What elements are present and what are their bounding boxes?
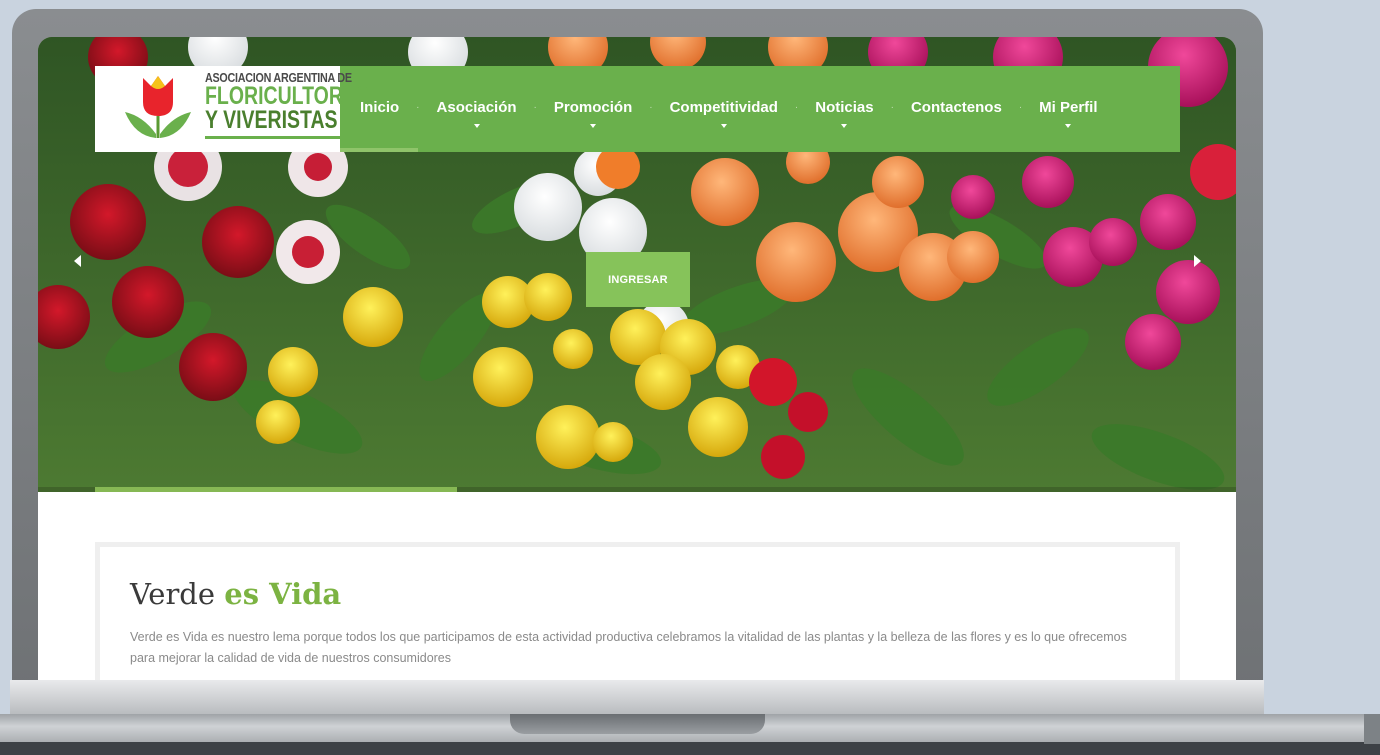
ingresar-button[interactable]: INGRESAR bbox=[586, 252, 690, 307]
nav-separator: · bbox=[890, 102, 894, 113]
nav-item-mi-perfil[interactable]: Mi Perfil bbox=[1039, 66, 1098, 128]
chevron-left-icon[interactable] bbox=[74, 255, 81, 267]
laptop-base-top bbox=[10, 680, 1264, 714]
intro-section: Verde es Vida Verde es Vida es nuestro l… bbox=[95, 542, 1180, 680]
nav-item-contactenos[interactable]: Contactenos bbox=[911, 66, 1002, 116]
logo-text-line3: Y VIVERISTAS bbox=[205, 106, 338, 134]
caret-down-icon bbox=[720, 124, 727, 128]
laptop-notch bbox=[510, 714, 765, 734]
nav-separator: · bbox=[649, 102, 653, 113]
section-description: Verde es Vida es nuestro lema porque tod… bbox=[130, 630, 1127, 665]
nav-item-inicio[interactable]: Inicio bbox=[360, 66, 399, 116]
nav-separator: · bbox=[416, 102, 420, 113]
browser-screen: INGRESAR ASOCIACION ARGENTINA DE FLORICU… bbox=[38, 37, 1236, 680]
main-navbar: ASOCIACION ARGENTINA DE FLORICULTORES Y … bbox=[95, 66, 1180, 152]
nav-active-indicator bbox=[340, 148, 418, 152]
nav-separator: · bbox=[794, 102, 799, 113]
site-logo[interactable]: ASOCIACION ARGENTINA DE FLORICULTORES Y … bbox=[95, 66, 369, 152]
caret-down-icon bbox=[590, 124, 597, 128]
tulip-logo-icon bbox=[125, 76, 191, 138]
logo-underline bbox=[205, 136, 340, 139]
nav-menu: Inicio · Asociación · Promoción · Compet… bbox=[340, 66, 1098, 152]
laptop-base-shadow bbox=[0, 742, 1380, 755]
section-title: Verde es Vida bbox=[130, 577, 342, 611]
caret-down-icon bbox=[473, 124, 480, 128]
nav-separator: · bbox=[1018, 102, 1023, 113]
slider-progress bbox=[38, 487, 1236, 492]
nav-item-competitividad[interactable]: Competitividad bbox=[670, 66, 778, 128]
nav-item-promocion[interactable]: Promoción bbox=[554, 66, 632, 128]
caret-down-icon bbox=[841, 124, 848, 128]
chevron-right-icon[interactable] bbox=[1194, 255, 1201, 267]
nav-item-asociacion[interactable]: Asociación bbox=[437, 66, 517, 128]
nav-item-noticias[interactable]: Noticias bbox=[815, 66, 874, 128]
laptop-edge bbox=[1364, 714, 1380, 744]
nav-separator: · bbox=[533, 102, 537, 113]
caret-down-icon bbox=[1065, 124, 1072, 128]
